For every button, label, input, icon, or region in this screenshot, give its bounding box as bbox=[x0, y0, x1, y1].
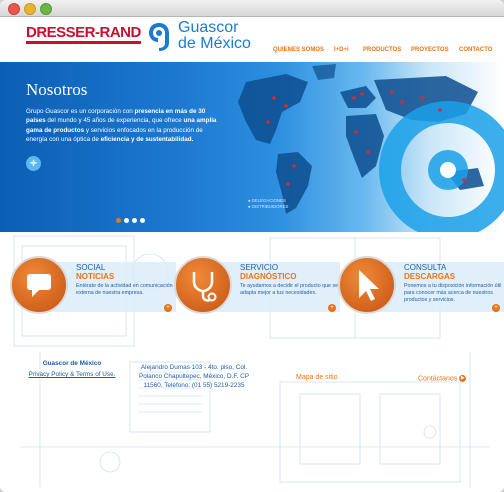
footer-company-name: Guascor de México bbox=[42, 360, 102, 367]
slider-dots bbox=[116, 210, 148, 228]
guascor-brand-line2: de México bbox=[178, 35, 251, 52]
feature-more-button[interactable]: + bbox=[328, 304, 336, 312]
guascor-logo-text[interactable]: Guascor de México bbox=[178, 20, 251, 52]
nav-productos[interactable]: PRODUCTOS bbox=[363, 47, 401, 53]
close-window-button[interactable] bbox=[8, 3, 20, 15]
nav-contacto[interactable]: CONTACTO bbox=[459, 47, 492, 53]
feature-title: SOCIAL bbox=[76, 263, 106, 272]
maximize-window-button[interactable] bbox=[40, 3, 52, 15]
feature-subtitle[interactable]: DIAGNÓSTICO bbox=[240, 272, 296, 281]
legend-distribuidores: ● DISTRIBUIDORES bbox=[248, 204, 289, 209]
nav-proyectos[interactable]: PROYECTOS bbox=[411, 47, 449, 53]
window-titlebar bbox=[0, 0, 504, 17]
dresser-rand-logo[interactable]: DRESSER-RAND bbox=[26, 25, 141, 44]
guascor-logo-icon[interactable] bbox=[147, 21, 171, 51]
privacy-policy-link[interactable]: Privacy Policy & Terms of Use. bbox=[20, 371, 124, 378]
feature-subtitle[interactable]: NOTICIAS bbox=[76, 272, 114, 281]
feature-title: SERVICIO bbox=[240, 263, 279, 272]
feature-description: Ponemos a tu disposición información úti… bbox=[404, 283, 502, 303]
hero-banner: Nosotros Grupo Guascor es un corporación… bbox=[0, 62, 504, 232]
address-line-3: 11560. Teléfono: (01 55) 5219-2235 bbox=[143, 382, 245, 389]
slide-dot-1[interactable] bbox=[116, 218, 121, 223]
feature-subtitle[interactable]: DESCARGAS bbox=[404, 272, 455, 281]
nav-quienes-somos[interactable]: QUIENES SOMOS bbox=[273, 47, 324, 53]
feature-icon-circle[interactable] bbox=[10, 256, 68, 314]
feature-description: Te ayudamos a decidir el producto que se… bbox=[240, 283, 339, 296]
browser-window: DRESSER-RAND Guascor de México QUIENES S… bbox=[0, 0, 504, 492]
minimize-window-button[interactable] bbox=[24, 3, 36, 15]
feature-more-button[interactable]: + bbox=[164, 304, 172, 312]
address-line-1: Alejandro Dumas 103 - 4to. piso, Col. bbox=[140, 364, 248, 371]
feature-title: CONSULTA bbox=[404, 263, 447, 272]
feature-icon-circle[interactable] bbox=[338, 256, 396, 314]
address-line-2: Polanco Chapultepec, México, D.F. CP bbox=[138, 373, 250, 380]
map-legend: ● DELEGACIONES ● DISTRIBUIDORES bbox=[248, 198, 288, 210]
slide-dot-3[interactable] bbox=[132, 218, 137, 223]
speech-bubble-icon bbox=[27, 274, 51, 297]
sitemap-link[interactable]: Mapa de sitio bbox=[296, 374, 338, 381]
guascor-brand-line1: Guascor bbox=[178, 19, 239, 36]
contact-link[interactable]: Contáctanos ▶ bbox=[418, 375, 467, 383]
hero-text-3: del mundo y 45 años de experiencia, que … bbox=[45, 117, 184, 125]
slide-dot-4[interactable] bbox=[140, 218, 145, 223]
hero-title: Nosotros bbox=[26, 80, 88, 99]
hero-text-6: eficiencia y de sustentabilidad. bbox=[100, 135, 194, 143]
hero-text-1: Grupo Guascor es un corporación con bbox=[26, 108, 135, 115]
stethoscope-icon bbox=[192, 272, 217, 302]
contact-link-label: Contáctanos bbox=[418, 375, 458, 383]
footer-address: Alejandro Dumas 103 - 4to. piso, Col. Po… bbox=[130, 363, 258, 390]
slide-dot-2[interactable] bbox=[124, 218, 129, 223]
feature-icon-circle[interactable] bbox=[174, 256, 232, 314]
hero-description: Grupo Guascor es un corporación con pres… bbox=[26, 107, 220, 144]
hero-more-button[interactable]: + bbox=[26, 156, 41, 171]
cursor-icon bbox=[359, 270, 379, 301]
feature-more-button[interactable]: + bbox=[492, 304, 500, 312]
content-area: SOCIAL NOTICIAS Entérate de la actividad… bbox=[0, 232, 504, 492]
feature-description: Entérate de la actividad en comunicación… bbox=[76, 283, 173, 296]
site-header: DRESSER-RAND Guascor de México QUIENES S… bbox=[0, 17, 504, 61]
nav-idi[interactable]: I+D+i bbox=[334, 47, 349, 53]
arrow-right-icon: ▶ bbox=[459, 375, 467, 382]
